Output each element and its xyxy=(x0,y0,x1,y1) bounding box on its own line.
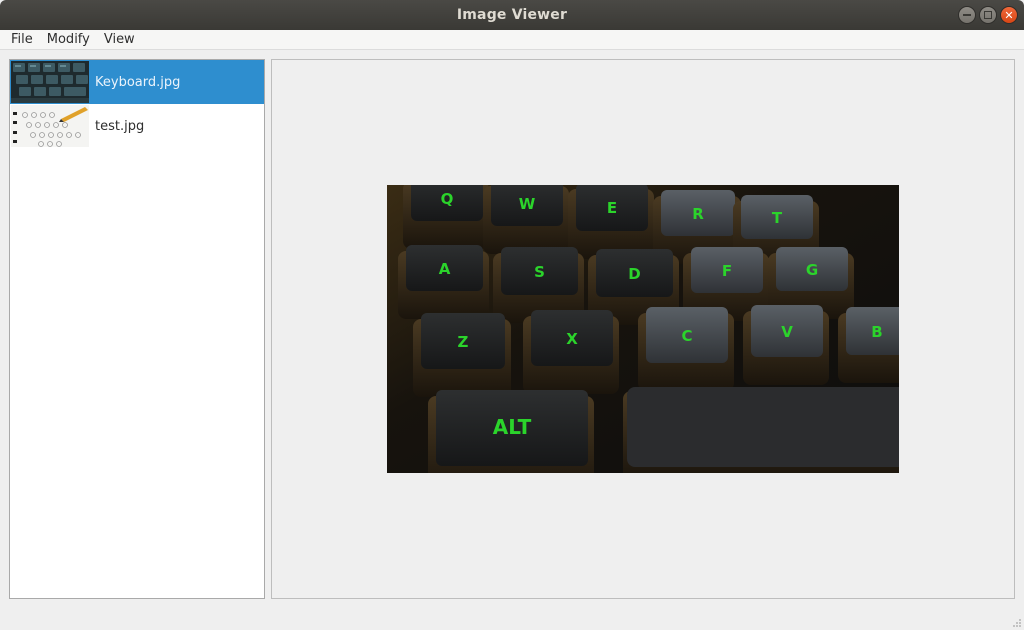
key-label: ALT xyxy=(493,415,532,439)
list-item-label: test.jpg xyxy=(95,118,145,134)
key-label: X xyxy=(566,330,578,348)
key-label: V xyxy=(781,323,793,341)
window-controls: ✕ xyxy=(958,6,1018,24)
key-label: D xyxy=(628,265,640,283)
keyboard-thumbnail xyxy=(11,61,89,103)
key-label: Z xyxy=(458,333,469,351)
key-w: W xyxy=(483,185,569,254)
key-e: E xyxy=(568,185,654,259)
key-alt: ALT xyxy=(428,390,594,473)
menu-modify[interactable]: Modify xyxy=(40,32,97,47)
list-item-test[interactable]: test.jpg xyxy=(10,104,264,148)
key-label: A xyxy=(439,260,451,278)
key-label: C xyxy=(681,327,692,345)
maximize-button[interactable] xyxy=(979,6,997,24)
key-label: Q xyxy=(441,190,454,208)
key-label: G xyxy=(806,261,818,279)
spacebar xyxy=(623,387,899,473)
menu-file[interactable]: File xyxy=(4,32,40,47)
list-item-label: Keyboard.jpg xyxy=(95,74,181,90)
key-label: B xyxy=(871,323,882,341)
test-thumbnail xyxy=(11,105,89,147)
keyboard-photo: Q W E R T A S D F G Z X C V B ALT xyxy=(387,185,899,473)
key-label: E xyxy=(607,199,617,217)
image-viewer-pane: Q W E R T A S D F G Z X C V B ALT xyxy=(271,59,1015,599)
minimize-button[interactable] xyxy=(958,6,976,24)
key-label: S xyxy=(534,263,545,281)
key-label: W xyxy=(519,195,536,213)
key-x: X xyxy=(523,310,619,394)
resize-grip-icon[interactable] xyxy=(1012,618,1022,628)
minimize-icon xyxy=(963,14,971,16)
menu-view[interactable]: View xyxy=(97,32,142,47)
key-z: Z xyxy=(413,313,511,397)
window-title: Image Viewer xyxy=(456,7,568,23)
maximize-icon xyxy=(984,11,992,19)
close-icon: ✕ xyxy=(1004,8,1014,22)
key-a: A xyxy=(398,245,489,319)
key-v: V xyxy=(743,305,829,385)
menu-bar: File Modify View xyxy=(0,30,1024,50)
close-button[interactable]: ✕ xyxy=(1000,6,1018,24)
file-list[interactable]: Keyboard.jpg test.jpg xyxy=(9,59,265,599)
title-bar: Image Viewer ✕ xyxy=(0,0,1024,30)
key-c: C xyxy=(638,307,734,391)
key-q: Q xyxy=(403,185,489,249)
key-label: R xyxy=(692,205,704,223)
key-label: F xyxy=(722,262,732,280)
key-b: B xyxy=(838,307,899,383)
list-item-keyboard[interactable]: Keyboard.jpg xyxy=(10,60,264,104)
key-label: T xyxy=(772,209,783,227)
